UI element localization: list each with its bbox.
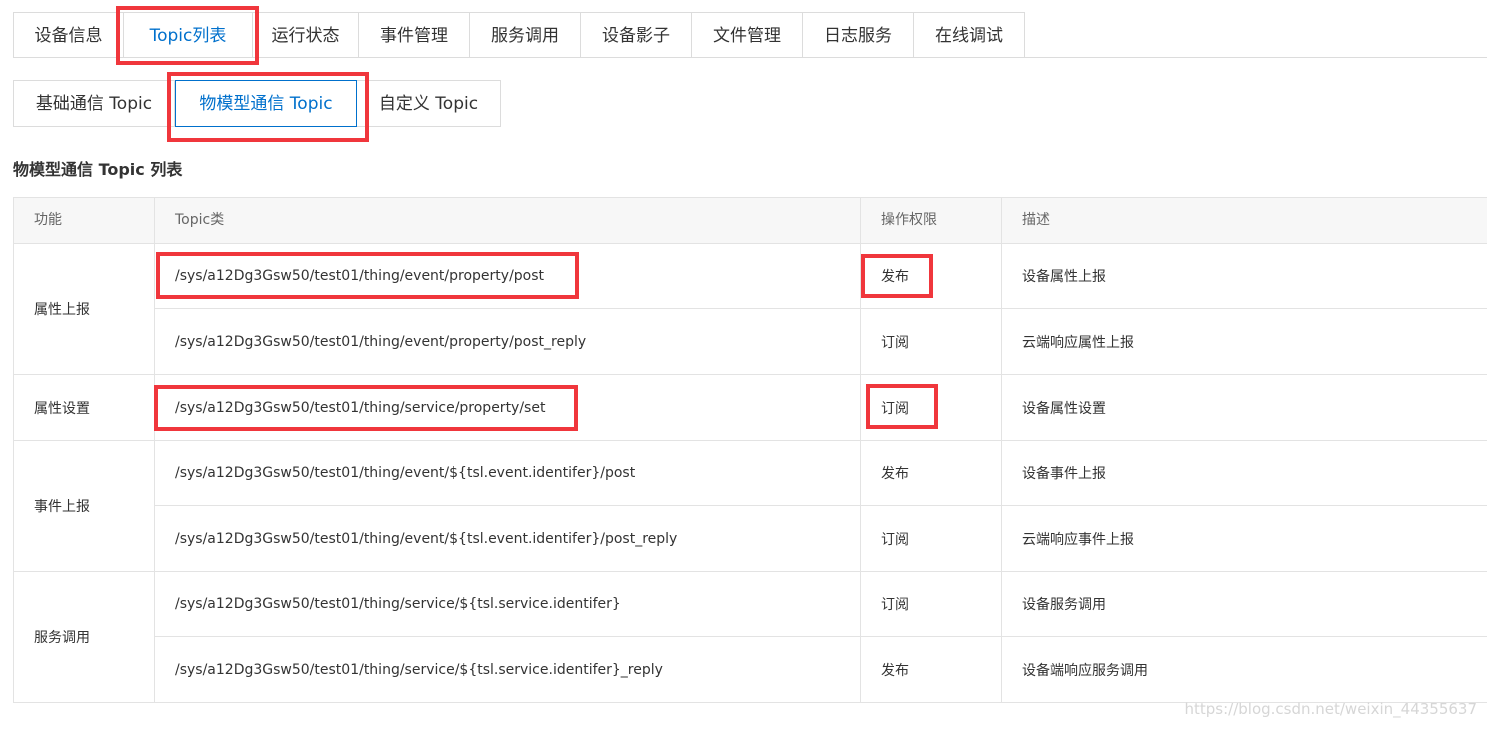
table-group: 事件上报 /sys/a12Dg3Gsw50/test01/thing/event… (14, 441, 1487, 572)
table-row: /sys/a12Dg3Gsw50/test01/thing/event/prop… (155, 244, 1487, 309)
tab-runtime-status[interactable]: 运行状态 (253, 12, 359, 58)
tab-file-management[interactable]: 文件管理 (692, 12, 803, 58)
permission-cell: 发布 (861, 441, 1002, 505)
table-row: /sys/a12Dg3Gsw50/test01/thing/service/${… (155, 572, 1487, 637)
topic-cell: /sys/a12Dg3Gsw50/test01/thing/service/pr… (155, 375, 861, 440)
header-function: 功能 (14, 198, 155, 243)
table-row: /sys/a12Dg3Gsw50/test01/thing/event/${ts… (155, 506, 1487, 571)
table-row: /sys/a12Dg3Gsw50/test01/thing/service/${… (155, 637, 1487, 702)
topic-cell: /sys/a12Dg3Gsw50/test01/thing/event/prop… (155, 244, 861, 308)
tab-device-info[interactable]: 设备信息 (13, 12, 124, 58)
tab-event-management[interactable]: 事件管理 (359, 12, 470, 58)
description-cell: 云端响应属性上报 (1022, 334, 1134, 351)
description-cell: 设备属性设置 (1022, 400, 1106, 417)
permission-cell: 订阅 (861, 572, 1002, 636)
primary-tabs: 设备信息 Topic列表 运行状态 事件管理 服务调用 设备影子 文件管理 日志… (13, 12, 1025, 58)
tab-tsl-topic[interactable]: 物模型通信 Topic (175, 80, 357, 127)
table-row: /sys/a12Dg3Gsw50/test01/thing/event/${ts… (155, 441, 1487, 506)
permission-cell: 发布 (861, 244, 1002, 308)
table-header: 功能 Topic类 操作权限 描述 (14, 198, 1487, 244)
table-row: /sys/a12Dg3Gsw50/test01/thing/service/pr… (155, 375, 1487, 440)
header-topic: Topic类 (155, 198, 861, 243)
watermark: https://blog.csdn.net/weixin_44355637 (1184, 700, 1477, 718)
header-description: 描述 (1022, 212, 1050, 228)
tab-online-debug[interactable]: 在线调试 (914, 12, 1025, 58)
tab-device-shadow[interactable]: 设备影子 (581, 12, 692, 58)
group-name: 属性上报 (14, 244, 155, 374)
tab-log-service[interactable]: 日志服务 (803, 12, 914, 58)
header-permission: 操作权限 (861, 198, 1002, 243)
topic-table: 功能 Topic类 操作权限 描述 属性上报 /sys/a12Dg3Gsw50/… (13, 197, 1487, 703)
description-cell: 云端响应事件上报 (1022, 531, 1134, 548)
tab-service-call[interactable]: 服务调用 (470, 12, 581, 58)
topic-cell: /sys/a12Dg3Gsw50/test01/thing/event/${ts… (155, 506, 861, 571)
topic-cell: /sys/a12Dg3Gsw50/test01/thing/event/prop… (155, 309, 861, 374)
tab-topic-list[interactable]: Topic列表 (124, 12, 253, 58)
table-group: 服务调用 /sys/a12Dg3Gsw50/test01/thing/servi… (14, 572, 1487, 703)
permission-cell: 订阅 (861, 375, 1002, 440)
group-name: 服务调用 (14, 572, 155, 702)
table-group: 属性设置 /sys/a12Dg3Gsw50/test01/thing/servi… (14, 375, 1487, 441)
tab-custom-topic[interactable]: 自定义 Topic (357, 80, 501, 127)
section-title: 物模型通信 Topic 列表 (13, 160, 183, 179)
description-cell: 设备属性上报 (1022, 269, 1106, 285)
tabs-divider (13, 57, 1487, 58)
group-name: 事件上报 (14, 441, 155, 571)
secondary-tabs: 基础通信 Topic 物模型通信 Topic 自定义 Topic (13, 80, 501, 127)
tab-basic-topic[interactable]: 基础通信 Topic (13, 80, 175, 127)
permission-cell: 订阅 (861, 506, 1002, 571)
topic-cell: /sys/a12Dg3Gsw50/test01/thing/event/${ts… (155, 441, 861, 505)
topic-cell: /sys/a12Dg3Gsw50/test01/thing/service/${… (155, 637, 861, 702)
permission-cell: 发布 (861, 637, 1002, 702)
topic-cell: /sys/a12Dg3Gsw50/test01/thing/service/${… (155, 572, 861, 636)
group-name: 属性设置 (14, 375, 155, 440)
description-cell: 设备服务调用 (1022, 597, 1106, 613)
permission-cell: 订阅 (861, 309, 1002, 374)
table-group: 属性上报 /sys/a12Dg3Gsw50/test01/thing/event… (14, 244, 1487, 375)
description-cell: 设备事件上报 (1022, 466, 1106, 482)
description-cell: 设备端响应服务调用 (1022, 662, 1148, 679)
table-row: /sys/a12Dg3Gsw50/test01/thing/event/prop… (155, 309, 1487, 374)
